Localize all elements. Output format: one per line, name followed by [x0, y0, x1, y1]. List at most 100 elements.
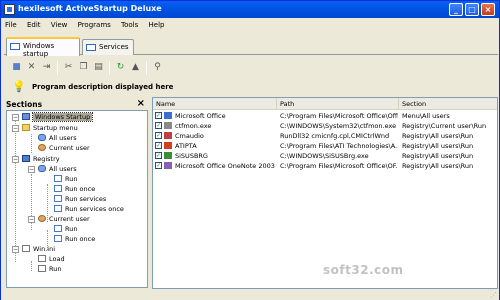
tree-node-all-users[interactable]: All users: [38, 134, 77, 143]
tree-node-current-user[interactable]: Current user: [38, 144, 90, 153]
program-description: Program description displayed here: [32, 83, 174, 91]
table-row[interactable]: ✓ ctfmon.exe C:\WINDOWS\System32\ctfmon.ex…: [153, 121, 497, 131]
program-icon: [164, 162, 172, 169]
table-row[interactable]: ✓ ATIPTA C:\Program Files\ATI Technologies…: [153, 141, 497, 151]
menu-programs[interactable]: Programs: [74, 18, 115, 29]
run-icon[interactable]: ▲: [129, 61, 142, 74]
column-header-section[interactable]: Section: [399, 98, 497, 110]
app-window: hexilesoft ActiveStartup Deluxe _ □ × Fi…: [0, 0, 500, 300]
refresh-icon[interactable]: ↻: [114, 61, 127, 74]
tree-node-cu-run[interactable]: Run: [54, 225, 77, 234]
collapse-toggle[interactable]: −: [12, 114, 19, 121]
user-icon: [38, 215, 46, 222]
row-name: SiSUSBRG: [175, 152, 208, 160]
menu-bar: File Edit View Programs Tools Help: [1, 18, 499, 34]
row-path: RunDll32 cmicnfg.cpl,CMICtrlWnd: [280, 132, 390, 140]
row-section: Registry\All users\Run: [402, 142, 474, 150]
enable-checkbox[interactable]: ✓: [155, 162, 162, 169]
watermark: soft32.com: [323, 263, 404, 277]
tree-node-run-services[interactable]: Run services: [54, 195, 106, 204]
maximize-button[interactable]: □: [465, 3, 479, 16]
run-key-icon: [54, 235, 62, 242]
users-icon: [38, 134, 46, 141]
row-path: C:\WINDOWS\System32\ctfmon.exe: [280, 122, 397, 130]
tree-node-registry[interactable]: Registry: [22, 155, 60, 164]
column-header-path[interactable]: Path: [277, 98, 399, 110]
computer-icon: [22, 113, 30, 120]
tree-node-load[interactable]: Load: [38, 255, 65, 264]
tab-windows-startup[interactable]: Windows startup: [6, 37, 80, 58]
collapse-toggle[interactable]: −: [12, 125, 19, 132]
row-section: Registry\All users\Run: [402, 162, 474, 170]
tab-label: Windows startup: [23, 42, 55, 58]
close-button[interactable]: ×: [481, 3, 495, 16]
tree-node-registry-current-user[interactable]: Current user: [38, 215, 90, 224]
tree-node-registry-all-users[interactable]: All users: [38, 165, 77, 174]
menu-file[interactable]: File: [1, 18, 21, 29]
folder-icon: [22, 124, 30, 131]
collapse-toggle[interactable]: −: [28, 166, 35, 173]
tree-node-startup-menu[interactable]: Startup menu: [22, 124, 78, 133]
ini-file-icon: [38, 255, 46, 262]
registry-icon: [22, 155, 30, 162]
row-name: Microsoft Office: [175, 112, 226, 120]
tree-node-windows-startup[interactable]: Windows Startup: [22, 112, 94, 122]
sections-panel: Sections × − Windows Startup − Startup m…: [4, 98, 148, 288]
row-path: C:\Program Files\Microsoft Office\Offi..…: [280, 112, 398, 120]
enable-checkbox[interactable]: ✓: [155, 132, 162, 139]
table-row[interactable]: ✓ Microsoft Office OneNote 2003... C:\Prog…: [153, 161, 497, 171]
close-icon[interactable]: ×: [137, 98, 145, 109]
enable-checkbox[interactable]: ✓: [155, 112, 162, 119]
title-bar[interactable]: hexilesoft ActiveStartup Deluxe _ □ ×: [1, 1, 499, 18]
menu-edit[interactable]: Edit: [23, 18, 45, 29]
collapse-toggle[interactable]: −: [28, 216, 35, 223]
row-name: ATIPTA: [175, 142, 197, 150]
enable-checkbox[interactable]: ✓: [155, 122, 162, 129]
table-row[interactable]: ✓ Cmaudio RunDll32 cmicnfg.cpl,CMICtrlWnd R…: [153, 131, 497, 141]
delete-icon[interactable]: ✕: [25, 61, 38, 74]
run-key-icon: [54, 185, 62, 192]
table-row[interactable]: ✓ Microsoft Office C:\Program Files\Micros…: [153, 111, 497, 121]
column-header-name[interactable]: Name: [153, 98, 277, 110]
collapse-toggle[interactable]: −: [12, 156, 19, 163]
app-icon: [4, 4, 15, 15]
services-icon: [86, 44, 96, 51]
tree-line: [31, 261, 32, 271]
copy-icon[interactable]: ❐: [77, 61, 90, 74]
program-icon: [164, 142, 172, 149]
sections-title: Sections: [6, 100, 43, 109]
row-path: C:\Program Files\ATI Technologies\A...: [280, 142, 398, 150]
program-icon: [164, 122, 172, 129]
table-row[interactable]: ✓ SiSUSBRG C:\WINDOWS\SiSUSBrg.exe Registry…: [153, 151, 497, 161]
status-bar: ⋰: [1, 289, 499, 300]
tree-node-run[interactable]: Run: [54, 175, 77, 184]
resize-grip-icon[interactable]: ⋰: [490, 291, 497, 299]
enable-checkbox[interactable]: ✓: [155, 142, 162, 149]
toolbar: ■ ✕ ⇥ ✂ ❐ ▤ ↻ ▲ ⚲: [4, 58, 498, 78]
enable-checkbox[interactable]: ✓: [155, 152, 162, 159]
menu-tools[interactable]: Tools: [117, 18, 142, 29]
row-section: Registry\All users\Run: [402, 132, 474, 140]
row-section: Registry\All users\Run: [402, 152, 474, 160]
menu-view[interactable]: View: [47, 18, 72, 29]
startup-list[interactable]: Name Path Section ✓ Microsoft Office C:\Pr…: [152, 97, 498, 289]
search-icon[interactable]: ⚲: [151, 61, 164, 74]
user-icon: [38, 144, 46, 151]
disable-icon[interactable]: ⇥: [40, 61, 53, 74]
lightbulb-icon: 💡: [12, 80, 26, 93]
properties-icon[interactable]: ■: [10, 61, 23, 74]
collapse-toggle[interactable]: −: [12, 246, 19, 253]
cut-icon[interactable]: ✂: [62, 61, 75, 74]
tree-node-ini-run[interactable]: Run: [38, 265, 61, 274]
program-icon: [164, 112, 172, 119]
list-header: Name Path Section: [153, 98, 497, 110]
menu-help[interactable]: Help: [145, 18, 169, 29]
tree-node-cu-run-once[interactable]: Run once: [54, 235, 95, 244]
tab-services[interactable]: Services: [82, 39, 134, 55]
tree-node-run-services-once[interactable]: Run services once: [54, 205, 124, 214]
tree-node-win-ini[interactable]: Win.ini: [22, 245, 55, 254]
sections-tree[interactable]: − Windows Startup − Startup menu All use…: [6, 110, 148, 288]
paste-icon[interactable]: ▤: [92, 61, 105, 74]
minimize-button[interactable]: _: [449, 3, 463, 16]
tree-node-run-once[interactable]: Run once: [54, 185, 95, 194]
